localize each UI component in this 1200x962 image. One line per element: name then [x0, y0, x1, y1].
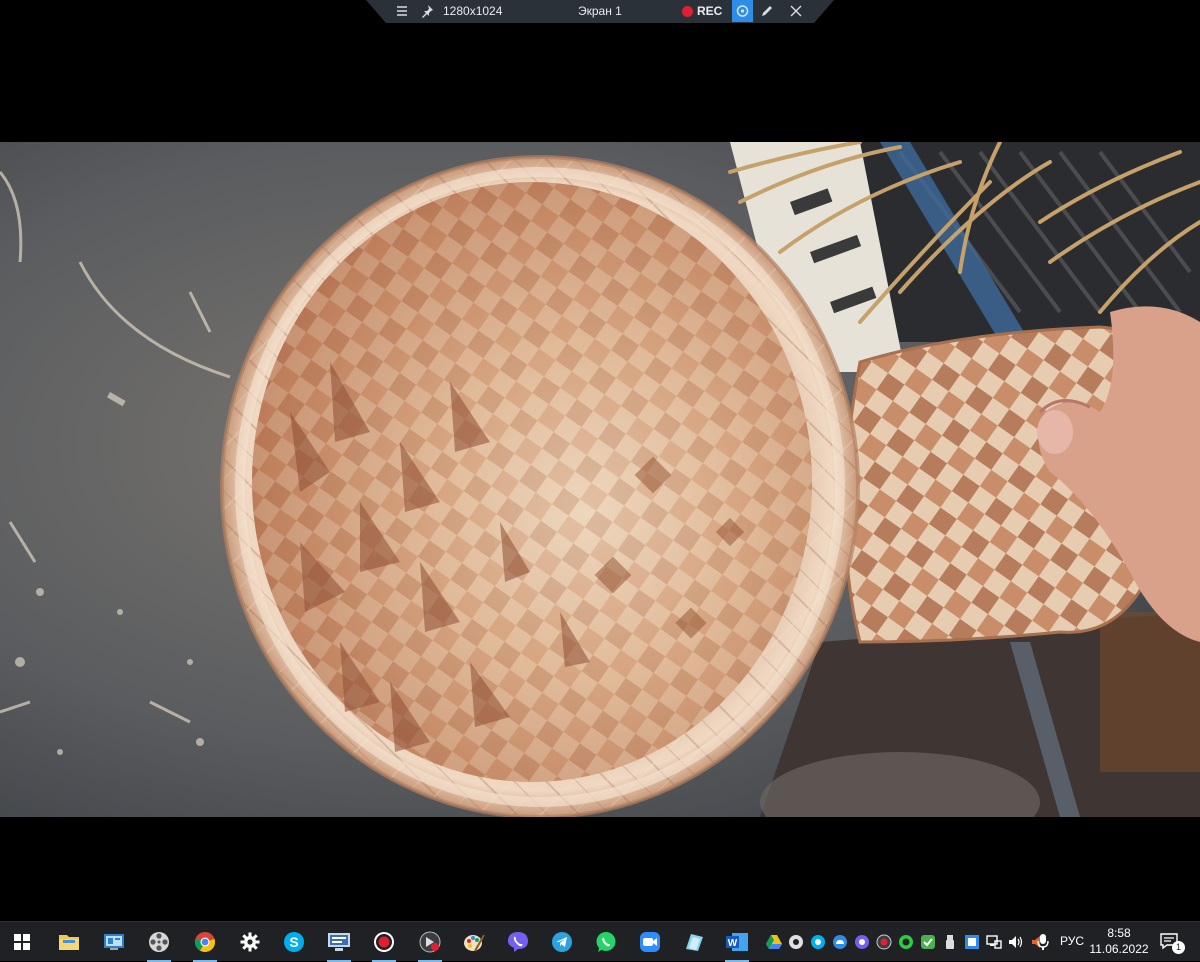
keyboard-layout-icon[interactable] — [964, 934, 980, 950]
status-ok-icon[interactable] — [898, 934, 914, 950]
resolution-label: 1280x1024 — [443, 4, 503, 18]
system-tray — [764, 922, 1054, 961]
control-panel-icon — [104, 934, 124, 950]
taskbar-record[interactable] — [370, 928, 398, 962]
skype-icon: S — [284, 932, 304, 952]
film-reel-icon — [149, 932, 169, 952]
telegram-icon — [552, 932, 572, 952]
sync-icon[interactable] — [788, 934, 804, 950]
rec-button[interactable]: REC — [697, 0, 722, 23]
usb-icon[interactable] — [942, 934, 958, 950]
viber-icon — [508, 932, 528, 952]
taskbar-video-editor[interactable] — [416, 928, 444, 962]
svg-text:S: S — [289, 934, 298, 950]
video-frame — [0, 142, 1200, 817]
cloud-icon[interactable] — [832, 934, 848, 950]
start-button[interactable] — [8, 928, 36, 956]
taskbar-file-explorer[interactable] — [55, 928, 83, 956]
taskbar-telegram[interactable] — [548, 928, 576, 956]
taskbar-control-panel[interactable] — [100, 928, 128, 956]
zoom-icon — [640, 932, 660, 952]
taskbar: S W РУС 8:58 11.06.2022 1 — [0, 921, 1200, 962]
clock-date: 11.06.2022 — [1089, 942, 1149, 956]
record-icon — [374, 932, 394, 952]
whatsapp-icon — [596, 932, 616, 952]
taskbar-skype[interactable]: S — [280, 928, 308, 956]
menu-icon[interactable] — [396, 5, 408, 19]
recorder-toolbar: 1280x1024 Экран 1 REC — [366, 0, 834, 23]
taskbar-zoom[interactable] — [636, 928, 664, 956]
paint-icon — [464, 934, 485, 952]
microphone-icon[interactable] — [1036, 933, 1050, 951]
notification-center-button[interactable]: 1 — [1160, 932, 1185, 954]
gear-icon — [240, 932, 260, 952]
monitor-icon — [328, 933, 350, 951]
taskbar-settings[interactable] — [236, 928, 264, 956]
camera-icon — [732, 0, 753, 22]
record-dot-icon — [682, 6, 693, 17]
pin-icon[interactable] — [420, 4, 434, 19]
speaker-icon[interactable] — [1008, 934, 1024, 950]
taskbar-viber[interactable] — [504, 928, 532, 956]
taskbar-media-player[interactable] — [145, 928, 173, 962]
skype-tray-icon[interactable] — [810, 934, 826, 950]
video-editor-icon — [419, 931, 441, 953]
pencil-icon[interactable] — [760, 4, 774, 27]
notification-count: 1 — [1172, 941, 1185, 954]
chrome-icon — [194, 932, 216, 952]
word-icon: W — [726, 933, 748, 951]
windows-logo-icon — [14, 934, 30, 950]
taskbar-whatsapp[interactable] — [592, 928, 620, 956]
google-drive-icon[interactable] — [766, 934, 782, 950]
viber-tray-icon[interactable] — [854, 934, 870, 950]
language-indicator[interactable]: РУС — [1060, 922, 1084, 961]
taskbar-chrome[interactable] — [191, 928, 219, 962]
clock-time: 8:58 — [1107, 926, 1131, 940]
taskbar-paint[interactable] — [460, 928, 488, 956]
notes-icon — [686, 934, 703, 951]
camera-button[interactable] — [732, 0, 753, 22]
taskbar-word[interactable]: W — [723, 928, 751, 962]
folder-icon — [59, 935, 79, 950]
svg-text:W: W — [728, 938, 738, 949]
taskbar-screen-recorder[interactable] — [325, 928, 353, 962]
network-icon[interactable] — [986, 934, 1002, 950]
basket-weaving-scene — [0, 142, 1200, 817]
antivirus-icon[interactable] — [920, 934, 936, 950]
clock[interactable]: 8:58 11.06.2022 — [1088, 925, 1150, 957]
taskbar-notes[interactable] — [680, 928, 708, 956]
recorder-tray-icon[interactable] — [876, 934, 892, 950]
screen-selector[interactable]: Экран 1 — [578, 0, 622, 23]
close-icon[interactable] — [790, 5, 802, 28]
